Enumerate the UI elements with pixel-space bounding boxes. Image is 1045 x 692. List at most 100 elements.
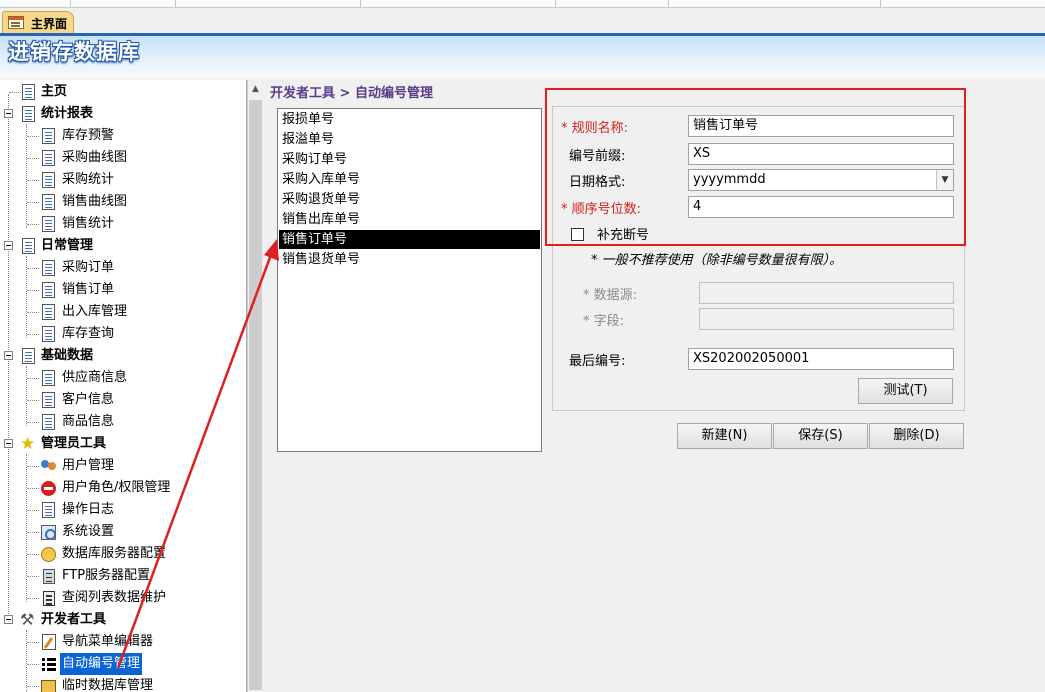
page-icon [42,128,55,144]
nav-item-oplog[interactable]: 操作日志 [0,499,240,521]
list-item[interactable]: 采购订单号 [279,150,540,169]
app-banner: 进销存数据库 [0,33,1045,78]
field-input[interactable] [699,308,954,330]
nav-item-sales-stats[interactable]: 销售统计 [0,213,240,235]
page-icon [42,260,55,276]
nav-label: 操作日志 [62,502,115,517]
list-item[interactable]: 销售出库单号 [279,210,540,229]
nav-item-purchase-chart[interactable]: 采购曲线图 [0,147,240,169]
datasource-label: * 数据源: [583,288,638,303]
nav-item-ftp-server[interactable]: FTP服务器配置 [0,565,240,587]
nav-item-settings[interactable]: 系统设置 [0,521,240,543]
page-icon [42,216,55,232]
main-panel: 开发者工具 > 自动编号管理 报损单号 报溢单号 采购订单号 采购入库单号 采购… [263,78,1045,692]
nav-label: 数据库服务器配置 [62,546,167,561]
nav-label: 销售曲线图 [62,194,128,209]
nav-label: 系统设置 [62,524,115,539]
nav-group-developer[interactable]: ⚒ 开发者工具 [0,609,240,631]
nav-item-db-server[interactable]: 数据库服务器配置 [0,543,240,565]
nav-group-daily[interactable]: 日常管理 [0,235,240,257]
nav-item-temp-db[interactable]: 临时数据库管理 [0,675,240,692]
database-icon [41,547,56,562]
nav-item-products[interactable]: 商品信息 [0,411,240,433]
page-icon [42,326,55,342]
list-item[interactable]: 采购退货单号 [279,190,540,209]
nav-item-inout[interactable]: 出入库管理 [0,301,240,323]
list-item-selected[interactable]: 销售订单号 [279,230,540,249]
scroll-thumb[interactable] [249,100,262,690]
star-icon: ★ [20,434,36,454]
tab-main-label: 主界面 [31,17,68,31]
rule-list[interactable]: 报损单号 报溢单号 采购订单号 采购入库单号 采购退货单号 销售出库单号 销售订… [277,108,542,452]
nav-item-lookup-data[interactable]: 查阅列表数据维护 [0,587,240,609]
list-item[interactable]: 报溢单号 [279,130,540,149]
nav-label: 销售订单 [62,282,115,297]
collapse-icon[interactable] [4,615,13,624]
temp-database-icon [41,680,56,692]
users-icon [41,460,57,472]
last-number-input[interactable]: XS202002050001 [688,348,954,370]
nav-scrollbar[interactable]: ▲ [247,80,263,692]
scroll-up-arrow-icon[interactable]: ▲ [248,82,263,96]
numbered-list-icon [42,657,56,671]
list-item[interactable]: 采购入库单号 [279,170,540,189]
document-tab-bar: 主界面 [0,8,1045,33]
annotation-highlight-box [545,88,966,246]
nav-item-stock-alert[interactable]: 库存预警 [0,125,240,147]
nav-item-stock-query[interactable]: 库存查询 [0,323,240,345]
collapse-icon[interactable] [4,351,13,360]
nav-item-roles[interactable]: 用户角色/权限管理 [0,477,240,499]
nav-item-customers[interactable]: 客户信息 [0,389,240,411]
nav-label: FTP服务器配置 [62,568,151,583]
nav-label: 日常管理 [41,238,94,253]
page-icon [22,84,35,100]
nav-group-reports[interactable]: 统计报表 [0,103,240,125]
collapse-icon[interactable] [4,439,13,448]
log-icon [42,502,55,518]
app-title: 进销存数据库 [8,40,140,64]
nav-label: 出入库管理 [62,304,128,319]
collapse-icon[interactable] [4,109,13,118]
nav-item-sales-chart[interactable]: 销售曲线图 [0,191,240,213]
nav-label: 库存查询 [62,326,115,341]
nav-item-purchase-stats[interactable]: 采购统计 [0,169,240,191]
nav-label: 导航菜单编辑器 [62,634,154,649]
nav-label: 客户信息 [62,392,115,407]
page-icon [42,392,55,408]
page-icon [42,172,55,188]
page-icon [22,348,35,364]
delete-button[interactable]: 删除(D) [869,423,964,449]
test-button[interactable]: 测试(T) [858,378,953,404]
nav-label: 商品信息 [62,414,115,429]
nav-item-menu-editor[interactable]: 导航菜单编辑器 [0,631,240,653]
tools-icon: ⚒ [20,610,35,629]
nav-label: 采购曲线图 [62,150,128,165]
nav-group-admin[interactable]: ★ 管理员工具 [0,433,240,455]
nav-item-purchase-order[interactable]: 采购订单 [0,257,240,279]
save-button[interactable]: 保存(S) [773,423,868,449]
tab-main[interactable]: 主界面 [2,11,74,33]
nav-item-auto-number[interactable]: 自动编号管理 [0,653,240,675]
page-icon [42,282,55,298]
nav-item-sales-order[interactable]: 销售订单 [0,279,240,301]
datasource-input[interactable] [699,282,954,304]
page-icon [42,370,55,386]
nav-item-home[interactable]: 主页 [0,81,240,103]
page-icon [42,150,55,166]
page-icon [42,304,55,320]
page-icon [42,414,55,430]
collapse-icon[interactable] [4,241,13,250]
nav-label: 基础数据 [41,348,94,363]
list-item[interactable]: 销售退货单号 [279,250,540,269]
nav-group-basic[interactable]: 基础数据 [0,345,240,367]
list-item[interactable]: 报损单号 [279,110,540,129]
page-icon [22,106,35,122]
field-label: * 字段: [583,314,625,329]
nav-label: 库存预警 [62,128,115,143]
nav-item-suppliers[interactable]: 供应商信息 [0,367,240,389]
nav-label: 销售统计 [62,216,115,231]
nav-item-users[interactable]: 用户管理 [0,455,240,477]
new-button[interactable]: 新建(N) [677,423,772,449]
nav-tree: 主页 统计报表 库存预警 采购曲线图 采购统计 销售曲线图 销售统计 日常管理 … [0,80,247,692]
nav-label: 用户管理 [62,458,115,473]
